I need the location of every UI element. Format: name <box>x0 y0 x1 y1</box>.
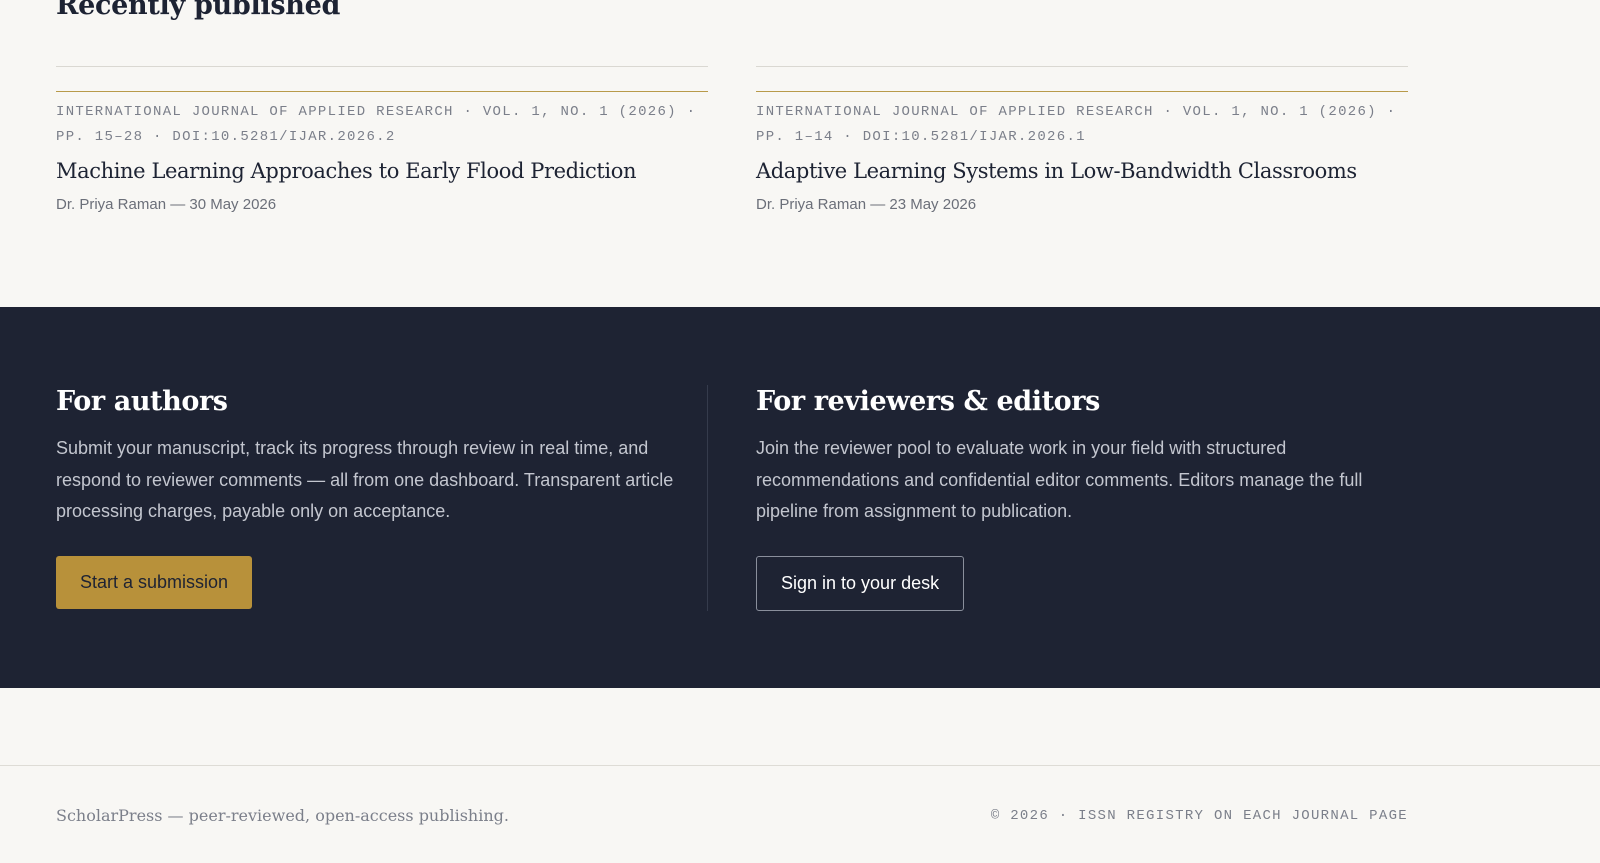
divider <box>56 66 708 67</box>
start-submission-button[interactable]: Start a submission <box>56 555 253 609</box>
article-meta-line: International Journal of Applied Researc… <box>756 104 1397 120</box>
article-byline: Dr. Priya Raman — 30 May 2026 <box>56 196 277 213</box>
column-divider <box>707 385 708 611</box>
footer-divider <box>0 765 1600 766</box>
reviewers-description: Join the reviewer pool to evaluate work … <box>756 438 1363 521</box>
article-card[interactable]: International Journal of Applied Researc… <box>56 66 708 213</box>
footer-tagline: ScholarPress — peer-reviewed, open-acces… <box>56 806 509 825</box>
accent-divider <box>56 91 708 92</box>
article-meta: International Journal of Applied Researc… <box>56 100 708 150</box>
article-title-link[interactable]: Adaptive Learning Systems in Low-Bandwid… <box>756 156 1408 186</box>
sign-in-desk-button[interactable]: Sign in to your desk <box>756 555 965 611</box>
article-byline: Dr. Priya Raman — 23 May 2026 <box>756 196 977 213</box>
article-card[interactable]: International Journal of Applied Researc… <box>756 66 1408 213</box>
article-meta-line: pp. 1–14 · doi:10.5281/ijar.2026.1 <box>756 129 1086 145</box>
article-meta-line: International Journal of Applied Researc… <box>56 104 697 120</box>
divider <box>756 66 1408 67</box>
footer-copyright: © 2026 · ISSN registry on each journal p… <box>990 808 1408 824</box>
authors-panel: For authors Submit your manuscript, trac… <box>56 385 676 609</box>
authors-heading: For authors <box>56 386 228 417</box>
section-title: Recently published <box>56 0 341 21</box>
cta-band: For authors Submit your manuscript, trac… <box>0 307 1600 688</box>
article-title-link[interactable]: Machine Learning Approaches to Early Flo… <box>56 156 708 186</box>
article-meta-line: pp. 15–28 · doi:10.5281/ijar.2026.2 <box>56 129 396 145</box>
reviewers-panel: For reviewers & editors Join the reviewe… <box>756 385 1376 611</box>
reviewers-heading: For reviewers & editors <box>756 386 1100 417</box>
authors-description: Submit your manuscript, track its progre… <box>56 438 674 521</box>
article-meta: International Journal of Applied Researc… <box>756 100 1408 150</box>
accent-divider <box>756 91 1408 92</box>
